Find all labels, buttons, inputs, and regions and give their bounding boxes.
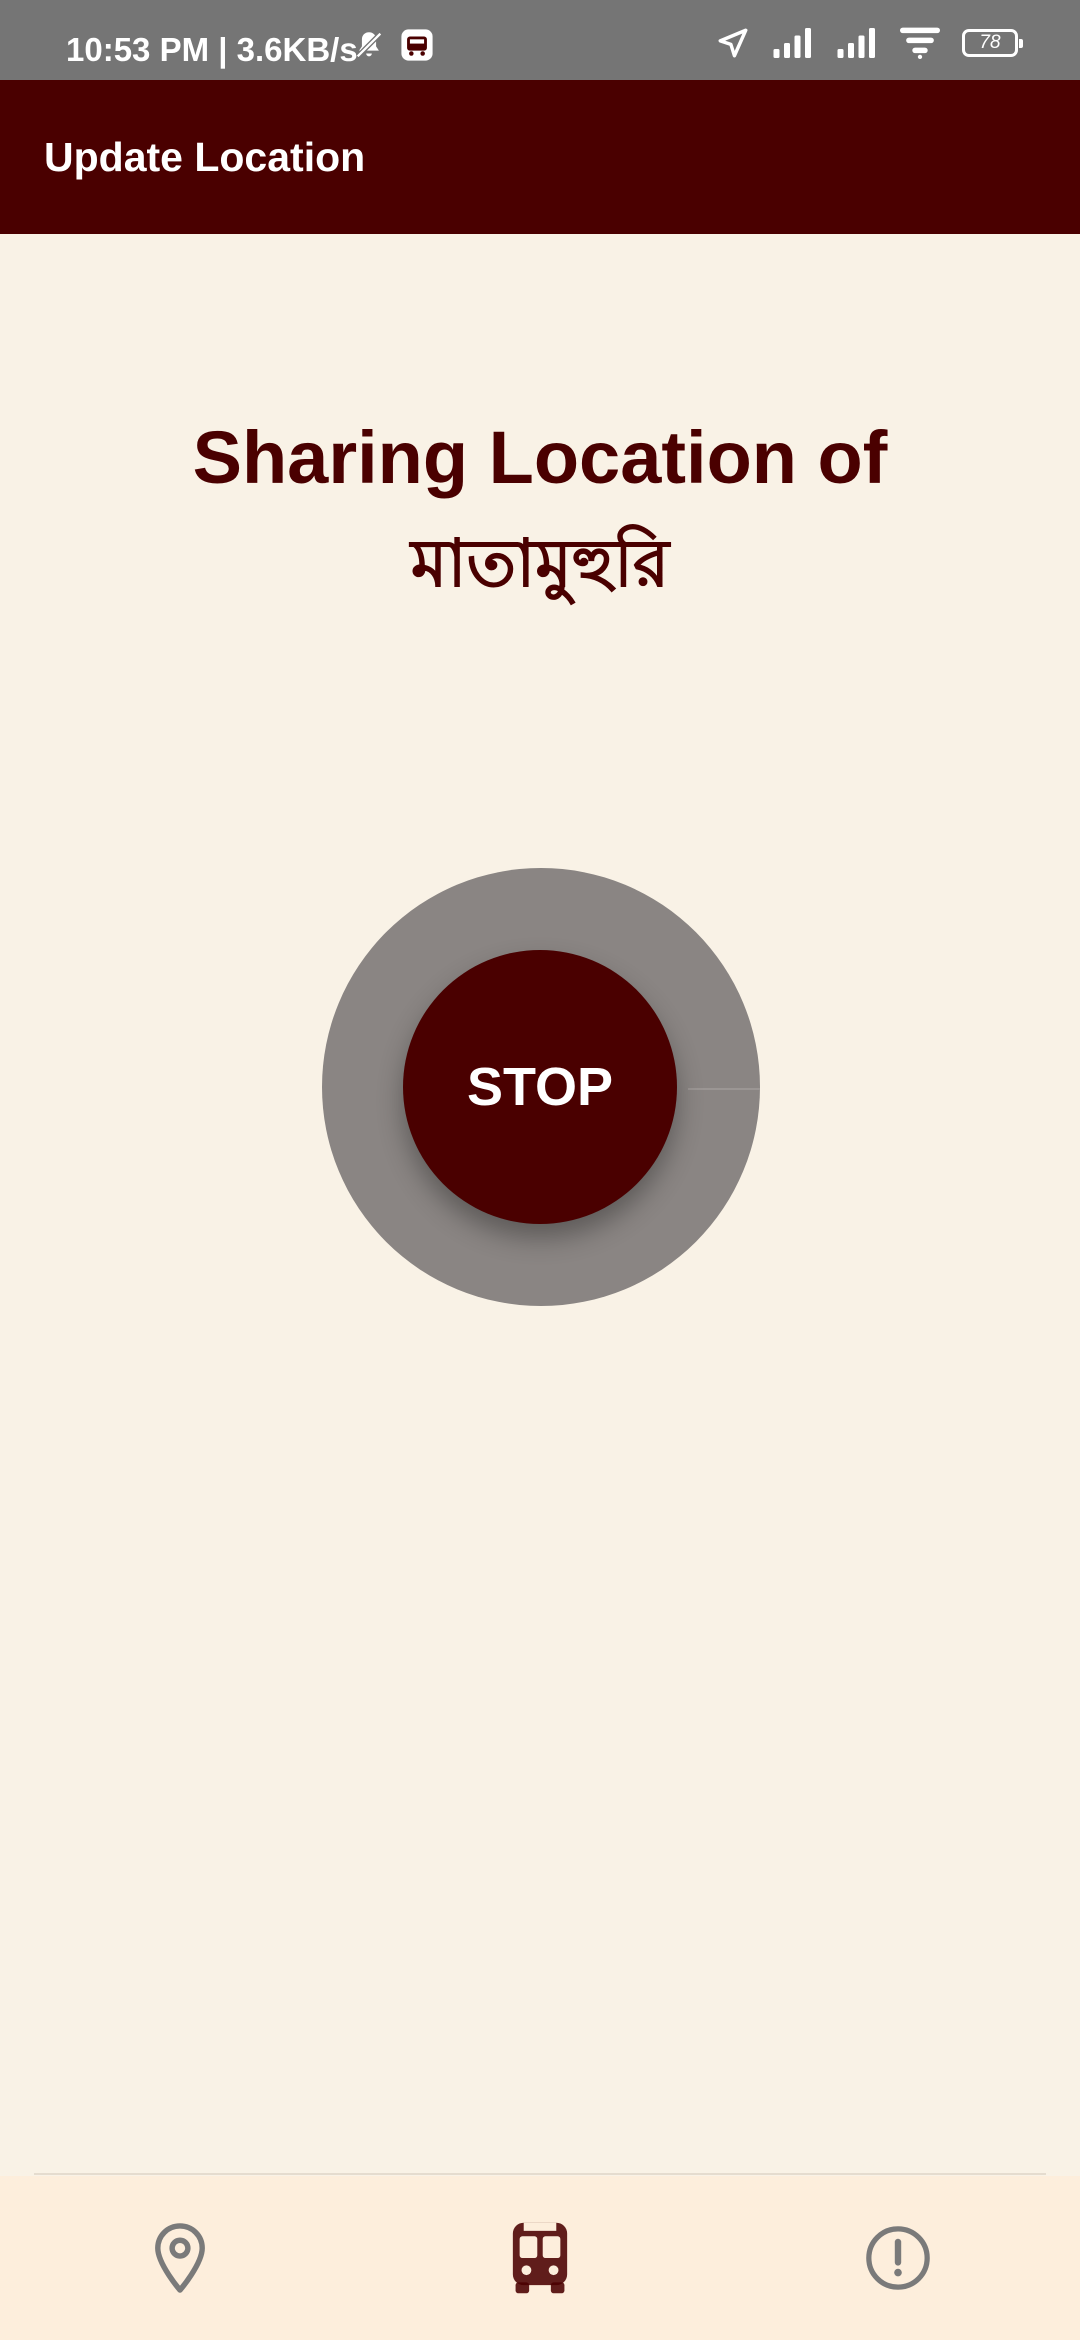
location-pin-icon — [155, 2223, 205, 2293]
nav-item-alert[interactable] — [798, 2176, 998, 2340]
bottom-navigation — [0, 2176, 1080, 2340]
status-bar: 10:53 PM | 3.6KB/s 78 — [0, 0, 1080, 80]
signal-strength-icon — [773, 28, 811, 58]
alert-circle-icon — [866, 2226, 930, 2290]
ring-seam — [688, 1088, 760, 1090]
app-bar: Update Location — [0, 80, 1080, 234]
status-left-icons — [352, 28, 434, 62]
status-right-icons: 78 — [716, 26, 1023, 60]
stop-sharing-button[interactable]: STOP — [403, 950, 677, 1224]
battery-icon: 78 — [962, 29, 1023, 57]
nav-item-location[interactable] — [80, 2176, 280, 2340]
battery-level: 78 — [979, 32, 1001, 53]
navigation-arrow-icon — [718, 28, 748, 58]
status-time: 10:53 PM | 3.6KB/s — [66, 31, 358, 68]
muted-bell-icon — [355, 31, 383, 59]
bottom-nav-divider — [34, 2173, 1046, 2175]
bus-name: মাতামুহুরি — [410, 526, 670, 600]
nav-item-bus[interactable] — [440, 2176, 640, 2340]
bus-icon — [512, 2222, 568, 2294]
app-title: Update Location — [44, 134, 366, 180]
sharing-location-heading: Sharing Location of মাতামুহুরি — [40, 408, 1040, 618]
heading-line-1: Sharing Location of — [192, 416, 888, 499]
signal-strength-2-icon — [837, 28, 875, 58]
app-notification-icon — [401, 29, 433, 61]
wifi-icon — [900, 27, 940, 59]
